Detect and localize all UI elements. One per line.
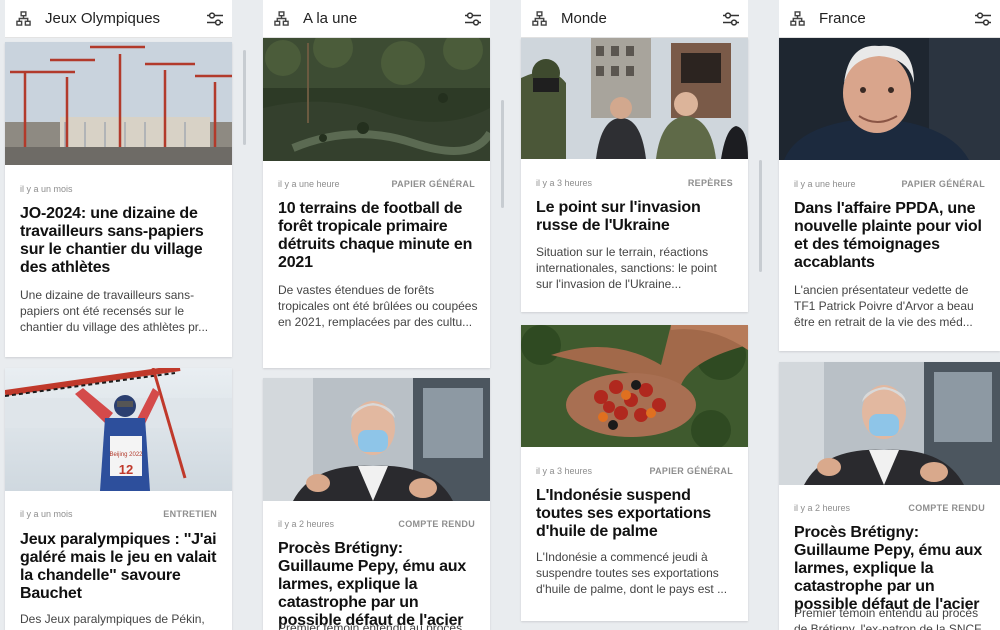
card-time: il y a 3 heures: [536, 466, 593, 476]
sliders-icon[interactable]: [464, 11, 482, 26]
card-tag: PAPIER GÉNÉRAL: [649, 466, 733, 476]
card-meta: il y a une heure PAPIER GÉNÉRAL: [794, 179, 985, 189]
sitemap-icon: [790, 11, 805, 26]
card-tag: REPÈRES: [687, 178, 733, 188]
card-time: il y a une heure: [794, 179, 856, 189]
card-meta: il y a 3 heures REPÈRES: [536, 178, 733, 188]
bib-number: 12: [119, 462, 133, 477]
column-title: A la une: [303, 10, 358, 27]
sliders-icon[interactable]: [206, 11, 224, 26]
card-summary: Une dizaine de travailleurs sans-papiers…: [20, 288, 209, 334]
news-card[interactable]: il y a 3 heures REPÈRES Le point sur l'i…: [521, 38, 748, 312]
card-headline: 10 terrains de football de forêt tropica…: [278, 200, 473, 271]
card-image: [263, 378, 490, 501]
sliders-icon[interactable]: [722, 11, 740, 26]
sitemap-icon: [532, 11, 547, 26]
column-title: Jeux Olympiques: [45, 10, 161, 27]
column-scrollbar[interactable]: [501, 100, 504, 208]
card-meta: il y a un mois: [20, 184, 217, 194]
card-image: [521, 38, 748, 159]
card-time: il y a une heure: [278, 179, 340, 189]
card-summary: Premier témoin entendu au procès: [278, 621, 463, 630]
card-tag: COMPTE RENDU: [908, 503, 985, 513]
column-a-la-une: A la une il y a une heure PAPIER GÉNÉRAL…: [263, 0, 490, 630]
card-image: [263, 38, 490, 161]
card-headline: Procès Brétigny: Guillaume Pepy, ému aux…: [794, 524, 983, 613]
card-summary: L'ancien présentateur vedette de TF1 Pat…: [794, 283, 974, 329]
column-title: France: [819, 10, 866, 27]
card-time: il y a 2 heures: [794, 503, 851, 513]
news-card[interactable]: il y a 2 heures COMPTE RENDU Procès Brét…: [263, 378, 490, 630]
column-monde: Monde il y a 3 heures REPÈRES Le point s…: [521, 0, 748, 630]
card-tag: ENTRETIEN: [163, 509, 217, 519]
news-card[interactable]: il y a 2 heures COMPTE RENDU Procès Brét…: [779, 362, 1000, 630]
card-summary: Situation sur le terrain, réactions inte…: [536, 245, 717, 291]
card-meta: il y a une heure PAPIER GÉNÉRAL: [278, 179, 475, 189]
bib-text: Beijing 2022: [109, 452, 143, 458]
card-image: [521, 325, 748, 447]
card-summary: De vastes étendues de forêts tropicales …: [278, 283, 478, 329]
news-card[interactable]: il y a une heure PAPIER GÉNÉRAL 10 terra…: [263, 38, 490, 368]
column-header: Jeux Olympiques: [5, 0, 232, 38]
card-summary: Premier témoin entendu au procès de Brét…: [794, 606, 982, 630]
card-image: [5, 42, 232, 165]
card-image: [779, 362, 1000, 485]
card-headline: L'Indonésie suspend toutes ses exportati…: [536, 487, 712, 540]
column-header: A la une: [263, 0, 490, 38]
column-france: France il y a une heure PAPIER GÉNÉRAL D…: [779, 0, 1000, 630]
sliders-icon[interactable]: [974, 11, 992, 26]
column-title: Monde: [561, 10, 607, 27]
card-image: 12 Beijing 2022: [5, 368, 232, 491]
column-header: Monde: [521, 0, 748, 38]
card-image: [779, 38, 1000, 160]
card-summary: Des Jeux paralympiques de Pékin,: [20, 612, 205, 626]
card-meta: il y a 3 heures PAPIER GÉNÉRAL: [536, 466, 733, 476]
card-time: il y a 2 heures: [278, 519, 335, 529]
news-card[interactable]: 12 Beijing 2022 il y a un mois ENTRETIEN…: [5, 368, 232, 630]
column-scrollbar[interactable]: [759, 160, 762, 272]
card-headline: JO-2024: une dizaine de travailleurs san…: [20, 205, 204, 276]
news-card[interactable]: il y a une heure PAPIER GÉNÉRAL Dans l'a…: [779, 38, 1000, 351]
card-headline: Procès Brétigny: Guillaume Pepy, ému aux…: [278, 540, 467, 629]
column-scrollbar[interactable]: [243, 50, 246, 145]
card-time: il y a un mois: [20, 509, 73, 519]
card-meta: il y a 2 heures COMPTE RENDU: [794, 503, 985, 513]
card-summary: L'Indonésie a commencé jeudi à suspendre…: [536, 550, 728, 596]
card-tag: PAPIER GÉNÉRAL: [901, 179, 985, 189]
card-time: il y a un mois: [20, 184, 73, 194]
card-meta: il y a un mois ENTRETIEN: [20, 509, 217, 519]
sitemap-icon: [16, 11, 31, 26]
column-header: France: [779, 0, 1000, 38]
sitemap-icon: [274, 11, 289, 26]
card-headline: Le point sur l'invasion russe de l'Ukrai…: [536, 199, 701, 234]
column-jeux-olympiques: Jeux Olympiques il y a un mois JO-2024: …: [5, 0, 232, 630]
card-meta: il y a 2 heures COMPTE RENDU: [278, 519, 475, 529]
news-card[interactable]: il y a un mois JO-2024: une dizaine de t…: [5, 42, 232, 357]
card-tag: PAPIER GÉNÉRAL: [391, 179, 475, 189]
card-headline: Jeux paralympiques : ''J'ai galéré mais …: [20, 531, 217, 602]
card-headline: Dans l'affaire PPDA, une nouvelle plaint…: [794, 200, 982, 271]
card-time: il y a 3 heures: [536, 178, 593, 188]
news-card[interactable]: il y a 3 heures PAPIER GÉNÉRAL L'Indonés…: [521, 325, 748, 621]
card-tag: COMPTE RENDU: [398, 519, 475, 529]
